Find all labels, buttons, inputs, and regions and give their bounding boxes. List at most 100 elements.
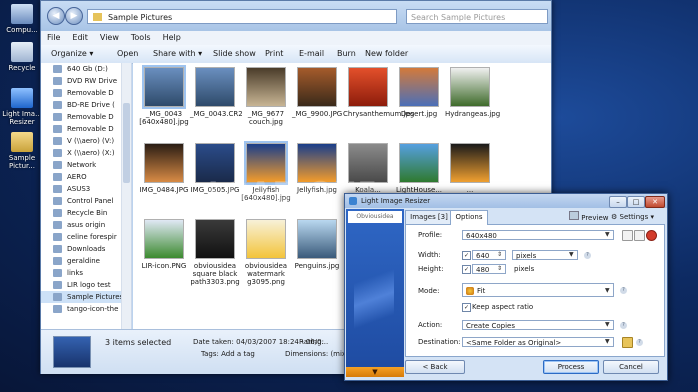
spinner-icon[interactable]: ⇕ [497,252,504,258]
nav-item[interactable]: LIR logo test [41,279,131,291]
nav-item[interactable]: BD-RE Drive ( [41,99,131,111]
delete-profile-icon[interactable] [646,230,657,241]
nav-item[interactable]: AERO [41,171,131,183]
print-button[interactable]: Print [265,45,283,63]
nav-item[interactable]: Control Panel [41,195,131,207]
settings-button[interactable]: ⚙ Settings ▾ [611,211,654,223]
nav-item[interactable]: Recycle Bin [41,207,131,219]
maximize-button[interactable]: □ [627,196,645,208]
help-icon[interactable]: ? [620,322,627,329]
thumbnail-image [195,67,235,107]
file-thumbnail[interactable]: obviousidea square black path3303.png [190,219,240,286]
save-profile-icon[interactable] [634,230,645,241]
scrollbar-thumb[interactable] [123,103,130,183]
menu-view[interactable]: View [94,31,125,45]
nav-item-icon [53,77,62,85]
file-thumbnail[interactable]: _MG_9677 couch.jpg [241,67,291,126]
minimize-button[interactable]: – [609,196,627,208]
collapse-arrow-icon[interactable]: ▼ [346,367,404,377]
nav-item[interactable]: links [41,267,131,279]
menu-help[interactable]: Help [157,31,187,45]
preview-button[interactable]: Preview [569,211,608,224]
nav-item[interactable]: geraldine [41,255,131,267]
desktop-icon-sample-pictures[interactable]: Sample Pictur... [0,132,44,170]
width-input[interactable]: 640 ⇕ [472,250,506,260]
file-thumbnail[interactable]: ... [445,143,495,194]
browse-folder-icon[interactable] [622,337,633,348]
nav-item[interactable]: V (\\aero) (V:) [41,135,131,147]
file-thumbnail[interactable]: _MG_0043.CR2 [190,67,243,118]
nav-item[interactable]: DVD RW Drive [41,75,131,87]
nav-item[interactable]: Downloads [41,243,131,255]
new-profile-icon[interactable] [622,230,633,241]
nav-item[interactable]: Removable D [41,87,131,99]
file-thumbnail[interactable]: Desert.jpg [394,67,444,118]
file-thumbnail[interactable]: LightHouse... [394,143,444,194]
action-select[interactable]: Create Copies ▼ [462,320,614,330]
forward-button[interactable]: ▶ [65,7,83,25]
mode-select[interactable]: Fit ▼ [462,283,614,297]
tags-field[interactable]: Tags: Add a tag [201,350,255,358]
file-thumbnail[interactable]: LIR-icon.PNG [139,219,189,270]
height-checkbox[interactable]: ✓ [462,265,471,274]
thumbnail-image [399,143,439,183]
tab-options[interactable]: Options [450,210,488,225]
desktop-icon-recycle[interactable]: Recycle [0,42,44,72]
desktop-icon-lir[interactable]: Light Ima... Resizer [0,88,44,126]
desktop-icon-computer[interactable]: Compu... [0,4,44,34]
menu-tools[interactable]: Tools [125,31,157,45]
help-icon[interactable]: ? [584,252,591,259]
width-unit-select[interactable]: pixels ▼ [512,250,578,260]
slideshow-button[interactable]: Slide show [213,45,256,63]
thumbnail-label: _MG_9677 couch.jpg [247,110,285,126]
burn-button[interactable]: Burn [337,45,356,63]
process-button[interactable]: Process [543,360,599,374]
nav-item[interactable]: ASUS3 [41,183,131,195]
nav-scrollbar[interactable] [121,63,131,329]
nav-item[interactable]: Sample Pictures [41,291,131,303]
height-input[interactable]: 480 ⇕ [472,264,506,274]
keep-aspect-checkbox[interactable]: ✓ [462,303,471,312]
cancel-button[interactable]: Cancel [603,360,659,374]
chevron-down-icon: ▼ [605,287,610,294]
nav-item[interactable]: tango-icon-the [41,303,131,315]
menu-edit[interactable]: Edit [66,31,94,45]
thumbnail-label: _MG_0043 [640x480].jpg [139,110,189,126]
file-thumbnail[interactable]: Penguins.jpg [292,219,342,270]
back-button[interactable]: < Back [405,360,465,374]
email-button[interactable]: E-mail [299,45,324,63]
close-button[interactable]: ✕ [645,196,665,208]
nav-item[interactable]: Removable D [41,111,131,123]
nav-item-label: X (\\aero) (X:) [67,149,115,157]
new-folder-button[interactable]: New folder [365,45,408,63]
help-icon[interactable]: ? [636,339,643,346]
file-thumbnail[interactable]: IMG_0484.JPG [139,143,189,194]
spinner-icon[interactable]: ⇕ [497,266,504,272]
menu-file[interactable]: File [41,31,66,45]
file-thumbnail[interactable]: _MG_0043 [640x480].jpg [139,65,189,126]
open-button[interactable]: Open [117,45,138,63]
back-button[interactable]: ◀ [47,7,65,25]
file-thumbnail[interactable]: _MG_9900.JPG [292,67,342,118]
help-icon[interactable]: ? [620,287,627,294]
file-thumbnail[interactable]: obviousidea watermark g3095.png [241,219,291,286]
nav-item[interactable]: Network [41,159,131,171]
nav-item-icon [53,197,62,205]
file-thumbnail[interactable]: Chrysanthemum.jpg [343,67,414,118]
tab-images[interactable]: Images [3] [405,210,453,224]
organize-button[interactable]: Organize ▾ [51,45,93,63]
nav-item-label: links [67,269,84,277]
file-thumbnail[interactable]: Hydrangeas.jpg [445,67,500,118]
search-input[interactable]: Search Sample Pictures [406,9,548,24]
nav-item[interactable]: 640 Gb (D:) [41,63,131,75]
nav-item[interactable]: asus origin [41,219,131,231]
width-checkbox[interactable]: ✓ [462,251,471,260]
share-with-button[interactable]: Share with ▾ [153,45,202,63]
address-field[interactable]: Sample Pictures [87,9,397,24]
profile-select[interactable]: 640x480 ▼ [462,230,614,240]
nav-item[interactable]: Removable D [41,123,131,135]
nav-item[interactable]: X (\\aero) (X:) [41,147,131,159]
profile-label: Profile: [418,231,443,239]
nav-item[interactable]: celine forespir [41,231,131,243]
destination-select[interactable]: <Same Folder as Original> ▼ [462,337,614,347]
